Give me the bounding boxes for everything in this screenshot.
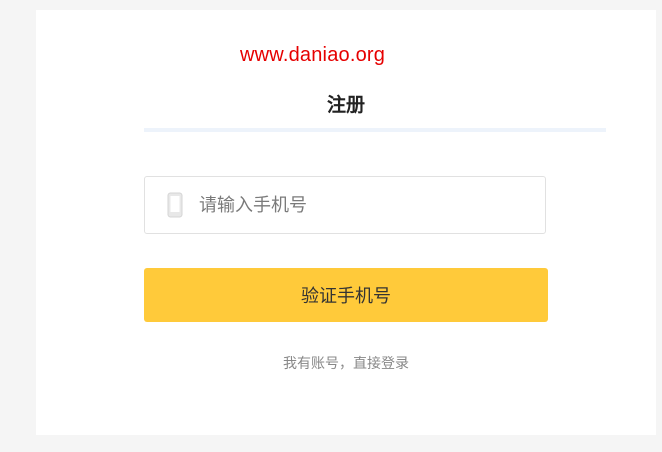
watermark-text: www.daniao.org [240, 44, 386, 66]
login-link[interactable]: 我有账号，直接登录 [36, 353, 656, 373]
title-underline [144, 128, 606, 132]
phone-icon [167, 192, 183, 218]
phone-input[interactable] [199, 194, 519, 216]
register-card: www.daniao.org 注册 验证手机号 我有账号，直接登录 [36, 10, 656, 435]
page-title: 注册 [326, 94, 365, 116]
phone-field[interactable] [144, 176, 546, 234]
verify-phone-button[interactable]: 验证手机号 [144, 268, 548, 322]
